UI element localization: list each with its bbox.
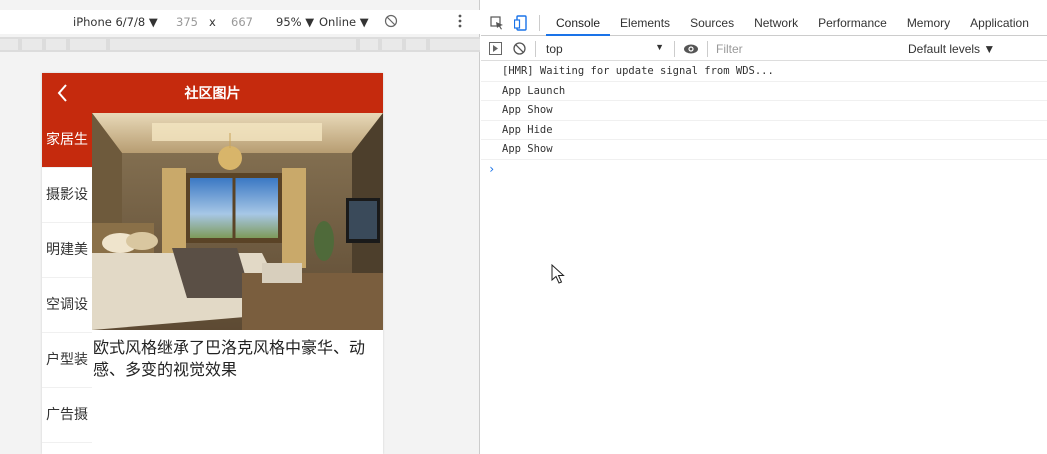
log-levels-select[interactable]: Default levels ▼ xyxy=(908,42,995,56)
more-options-icon[interactable] xyxy=(457,13,463,32)
page-title: 社区图片 xyxy=(184,86,241,102)
viewport-width[interactable]: 375 xyxy=(176,15,198,29)
category-item[interactable]: 广告摄 xyxy=(42,388,92,443)
category-item[interactable]: 空调设 xyxy=(42,278,92,333)
tab-application[interactable]: Application xyxy=(960,10,1039,36)
zoom-select[interactable]: 95% ▼ xyxy=(276,15,314,29)
tab-sources[interactable]: Sources xyxy=(680,10,744,36)
console-filter-input[interactable] xyxy=(712,39,902,58)
dimension-separator: x xyxy=(209,15,216,29)
context-value: top xyxy=(546,41,563,56)
nav-bar: 社区图片 xyxy=(42,73,383,113)
clear-console-icon[interactable] xyxy=(507,37,531,61)
devtools-tabs: Console Elements Sources Network Performance… xyxy=(546,10,1039,36)
image-description: 欧式风格继承了巴洛克风格中豪华、动感、多变的视觉效果 xyxy=(93,338,366,379)
toolbar-divider xyxy=(707,40,708,57)
console-toolbar: top ▼ Default levels ▼ xyxy=(481,37,1047,61)
tab-elements[interactable]: Elements xyxy=(610,10,680,36)
console-message: App Show xyxy=(481,140,1047,160)
sidebar-toggle-icon[interactable] xyxy=(483,37,507,61)
device-select[interactable]: iPhone 6/7/8 ▼ xyxy=(73,15,158,29)
category-item[interactable]: 家居生 xyxy=(42,113,92,168)
device-toolbar: iPhone 6/7/8 ▼ 375 x 667 95% ▼ Online ▼ xyxy=(0,10,480,34)
console-messages: [HMR] Waiting for update signal from WDS… xyxy=(481,62,1047,178)
media-query-bar[interactable] xyxy=(0,37,480,52)
tab-memory[interactable]: Memory xyxy=(897,10,960,36)
devtools-panel: Console Elements Sources Network Performance… xyxy=(481,0,1047,454)
toolbar-divider xyxy=(539,14,540,31)
live-expression-eye-icon[interactable] xyxy=(679,37,703,61)
console-prompt[interactable]: › xyxy=(481,160,1047,178)
rotate-icon[interactable] xyxy=(384,14,398,31)
tab-performance[interactable]: Performance xyxy=(808,10,897,36)
network-throttle-select[interactable]: Online ▼ xyxy=(319,15,369,29)
console-message: [HMR] Waiting for update signal from WDS… xyxy=(481,62,1047,82)
mouse-cursor-icon xyxy=(551,264,565,284)
category-item[interactable]: 摄影设 xyxy=(42,168,92,223)
context-select[interactable]: top ▼ xyxy=(540,42,670,56)
dropdown-arrow-icon: ▼ xyxy=(655,41,664,52)
category-item[interactable]: 明建美 xyxy=(42,223,92,278)
content-area: 欧式风格继承了巴洛克风格中豪华、动感、多变的视觉效果 xyxy=(92,113,383,454)
viewport-height[interactable]: 667 xyxy=(231,15,253,29)
category-item[interactable]: 户型装 xyxy=(42,333,92,388)
device-emulator: iPhone 6/7/8 ▼ 375 x 667 95% ▼ Online ▼ … xyxy=(0,0,480,454)
tab-network[interactable]: Network xyxy=(744,10,808,36)
devtools-tab-bar: Console Elements Sources Network Performance… xyxy=(481,10,1047,36)
toolbar-divider xyxy=(674,40,675,57)
console-message: App Hide xyxy=(481,121,1047,140)
tab-console[interactable]: Console xyxy=(546,10,611,36)
toolbar-divider xyxy=(535,40,536,57)
console-message: App Show xyxy=(481,101,1047,121)
back-icon[interactable] xyxy=(52,81,76,105)
console-message: App Launch xyxy=(481,82,1047,101)
phone-viewport: 社区图片 家居生 摄影设 明建美 空调设 户型装 广告摄 欧式风格继承了巴洛克风… xyxy=(42,73,383,454)
bedroom-photo xyxy=(92,113,383,330)
category-sidebar: 家居生 摄影设 明建美 空调设 户型装 广告摄 xyxy=(42,113,92,454)
device-toggle-icon[interactable] xyxy=(509,11,533,35)
inspect-element-icon[interactable] xyxy=(485,11,509,35)
